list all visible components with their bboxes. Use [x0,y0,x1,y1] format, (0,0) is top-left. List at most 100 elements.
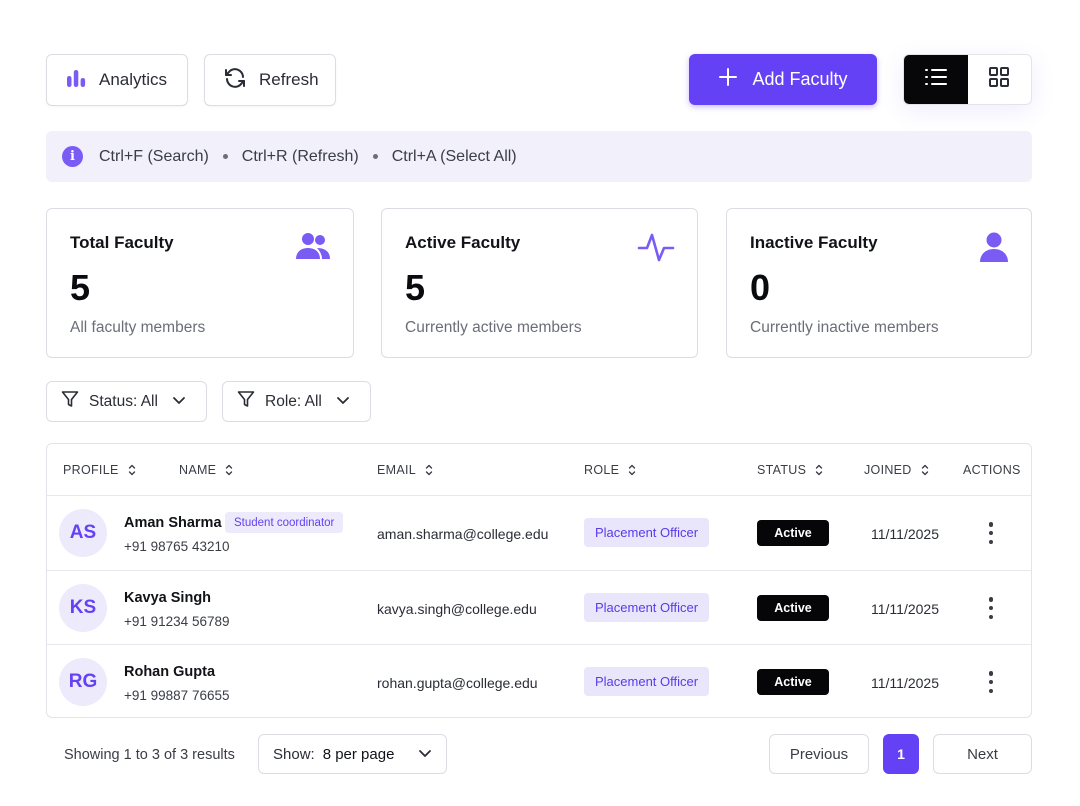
status-badge: Active [757,595,829,621]
sort-icon [629,464,636,476]
add-faculty-label: Add Faculty [752,69,848,89]
grid-icon [988,66,1010,93]
faculty-email: kavya.singh@college.edu [377,601,537,617]
column-header-profile[interactable]: PROFILE [63,463,136,477]
stat-title: Total Faculty [70,233,174,252]
header-label: ROLE [584,463,620,477]
stat-card-inactive: Inactive Faculty 0 Currently inactive me… [726,208,1032,358]
status-badge: Active [757,669,829,695]
list-icon [924,67,948,92]
faculty-name: Aman Sharma [124,515,222,531]
status-filter[interactable]: Status: All [46,381,207,422]
page-1-button[interactable]: 1 [883,734,919,774]
refresh-button[interactable]: Refresh [204,54,336,106]
stat-title: Active Faculty [405,233,521,252]
grid-view-button[interactable] [968,55,1032,104]
stat-subtitle: Currently inactive members [750,319,939,336]
role-filter-label: Role: All [265,392,322,410]
shortcut-refresh: Ctrl+R (Refresh) [241,147,359,165]
header-label: NAME [179,463,217,477]
faculty-phone: +91 99887 76655 [124,688,230,703]
stat-title: Inactive Faculty [750,233,878,252]
chevron-down-icon [172,393,186,411]
column-header-email[interactable]: EMAIL [377,463,433,477]
joined-date: 11/11/2025 [871,526,939,542]
table-row[interactable]: RG Rohan Gupta +91 99887 76655 rohan.gup… [47,644,1031,718]
more-actions-icon[interactable] [988,671,994,693]
view-toggle [903,54,1032,105]
header-label: ACTIONS [963,463,1021,477]
coordinator-tag: Student coordinator [225,512,344,533]
role-badge: Placement Officer [584,518,710,547]
stat-subtitle: Currently active members [405,319,582,336]
stat-value: 5 [70,267,91,308]
status-badge: Active [757,520,829,546]
header-label: EMAIL [377,463,417,477]
joined-date: 11/11/2025 [871,675,939,691]
column-header-actions: ACTIONS [963,463,1021,477]
faculty-email: rohan.gupta@college.edu [377,675,538,691]
info-icon: i [62,146,83,167]
stat-card-total: Total Faculty 5 All faculty members [46,208,354,358]
separator-dot [222,154,228,159]
faculty-name: Kavya Singh [124,590,212,606]
activity-icon [637,231,675,268]
role-filter[interactable]: Role: All [222,381,371,422]
user-icon [979,231,1009,268]
users-icon [295,231,331,266]
faculty-phone: +91 98765 43210 [124,539,230,554]
add-faculty-button[interactable]: Add Faculty [689,54,877,105]
list-view-button[interactable] [904,55,968,104]
refresh-icon [223,66,247,95]
joined-date: 11/11/2025 [871,601,939,617]
filter-icon [61,390,79,413]
analytics-label: Analytics [99,70,168,89]
more-actions-icon[interactable] [988,597,994,619]
previous-button[interactable]: Previous [769,734,869,774]
stat-value: 5 [405,267,426,308]
faculty-email: aman.sharma@college.edu [377,526,549,542]
stat-subtitle: All faculty members [70,319,206,336]
sort-icon [425,464,433,476]
column-header-joined[interactable]: JOINED [864,463,929,477]
shortcut-select-all: Ctrl+A (Select All) [391,147,517,165]
refresh-label: Refresh [259,70,319,89]
faculty-table: PROFILE NAME EMAIL ROLE STATUS JOINED AC… [46,443,1032,718]
avatar: AS [59,509,107,557]
shortcut-bar: i Ctrl+F (Search) Ctrl+R (Refresh) Ctrl+… [46,131,1032,182]
analytics-button[interactable]: Analytics [46,54,188,106]
column-header-role[interactable]: ROLE [584,463,636,477]
chevron-down-icon [336,393,350,411]
results-summary: Showing 1 to 3 of 3 results [64,747,235,763]
status-filter-label: Status: All [89,392,158,410]
sort-icon [921,464,928,476]
sort-icon [226,464,233,476]
header-label: PROFILE [63,463,119,477]
per-page-value: 8 per page [322,745,395,763]
next-button[interactable]: Next [933,734,1032,774]
sort-icon [816,464,823,476]
shortcut-search: Ctrl+F (Search) [99,147,209,165]
bar-chart-icon [65,68,87,93]
column-header-status[interactable]: STATUS [757,463,823,477]
show-label: Show: [273,745,315,763]
column-header-name[interactable]: NAME [179,463,233,477]
stat-card-active: Active Faculty 5 Currently active member… [381,208,698,358]
header-label: STATUS [757,463,807,477]
more-actions-icon[interactable] [988,522,994,544]
faculty-name: Rohan Gupta [124,664,216,680]
plus-icon [718,67,738,92]
table-row[interactable]: KS Kavya Singh +91 91234 56789 kavya.sin… [47,570,1031,644]
faculty-phone: +91 91234 56789 [124,614,230,629]
chevron-down-icon [418,746,432,763]
role-badge: Placement Officer [584,667,710,696]
avatar: RG [59,658,107,706]
separator-dot [372,154,378,159]
avatar: KS [59,584,107,632]
header-label: JOINED [864,463,912,477]
per-page-select[interactable]: Show: 8 per page [258,734,447,774]
stat-value: 0 [750,267,771,308]
sort-icon [128,464,135,476]
table-row[interactable]: AS Aman Sharma Student coordinator +91 9… [47,495,1031,569]
role-badge: Placement Officer [584,593,710,622]
